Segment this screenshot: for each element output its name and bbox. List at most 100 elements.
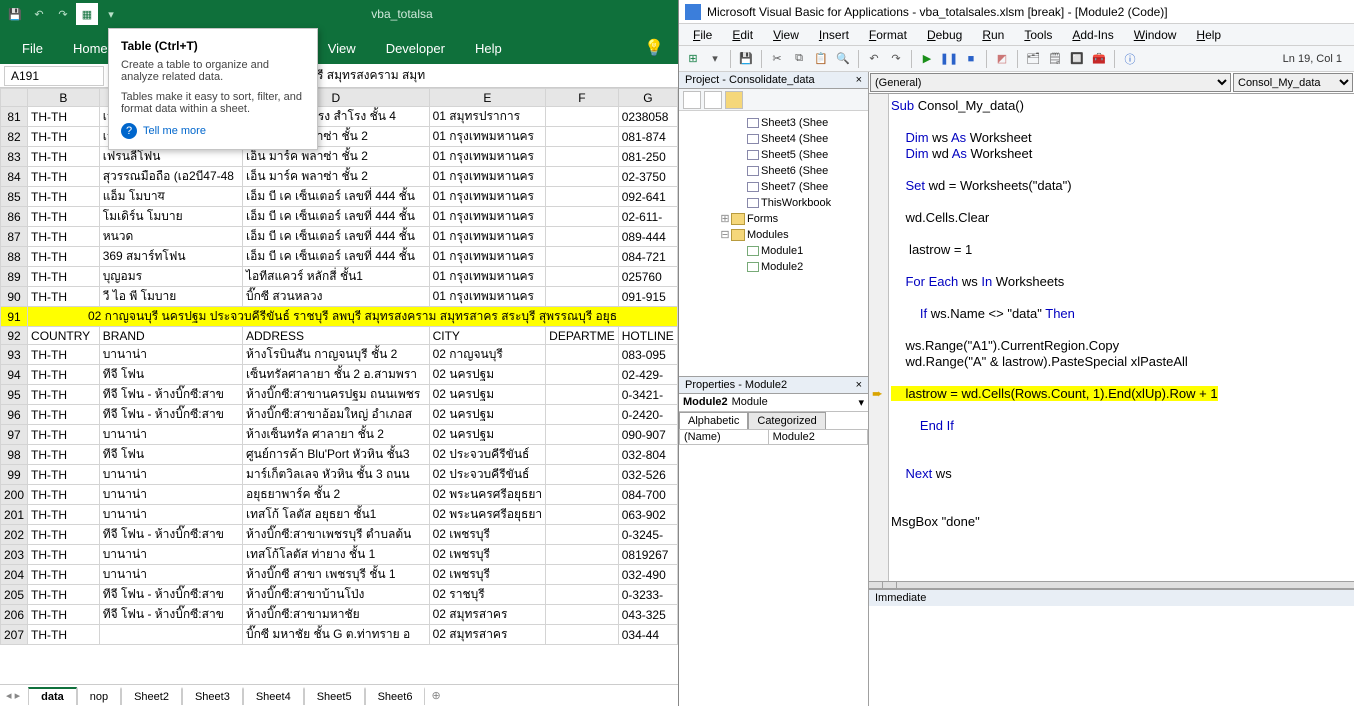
- menu-item[interactable]: Insert: [811, 26, 857, 44]
- cell[interactable]: 02 ราชบุรี: [429, 585, 546, 605]
- ribbon-tab[interactable]: Developer: [372, 33, 459, 64]
- cell[interactable]: 02 สมุทรสาคร: [429, 625, 546, 645]
- cell[interactable]: 02 พระนครศรีอยุธยา: [429, 485, 546, 505]
- cell[interactable]: 01 สมุทรปราการ: [429, 107, 546, 127]
- code-line[interactable]: [891, 322, 1354, 338]
- cell[interactable]: บิ๊กซี สวนหลวง: [243, 287, 430, 307]
- code-line[interactable]: [891, 370, 1354, 386]
- cell[interactable]: สุวรรณมือถือ (เอ2บี47-48: [99, 167, 242, 187]
- cell[interactable]: บานาน่า: [99, 485, 242, 505]
- cell[interactable]: บานาน่า: [99, 345, 242, 365]
- menu-item[interactable]: Debug: [919, 26, 970, 44]
- properties-object-selector[interactable]: Module2 Module ▾: [679, 394, 868, 412]
- view-code-icon[interactable]: [683, 91, 701, 109]
- col-header[interactable]: G: [618, 89, 677, 107]
- cell[interactable]: เอ็ม บี เค เซ็นเตอร์ เลขที่ 444 ชั้น: [243, 227, 430, 247]
- cell[interactable]: ทีจี โฟน - ห้างบิ๊กซี:สาข: [99, 405, 242, 425]
- cell[interactable]: [546, 345, 619, 365]
- code-editor[interactable]: ➨ Sub Consol_My_data() Dim ws As Workshe…: [869, 94, 1354, 581]
- properties-grid[interactable]: (Name)Module2: [679, 429, 868, 445]
- cell[interactable]: ADDRESS: [243, 327, 430, 345]
- sheet-tab[interactable]: nop: [77, 687, 121, 705]
- tell-me-more-link[interactable]: ? Tell me more: [121, 123, 305, 139]
- cell[interactable]: 091-915: [618, 287, 677, 307]
- cell[interactable]: [546, 107, 619, 127]
- tree-node[interactable]: ThisWorkbook: [683, 195, 864, 211]
- row-header[interactable]: 97: [1, 425, 28, 445]
- menu-item[interactable]: Help: [1188, 26, 1229, 44]
- code-line[interactable]: MsgBox "done": [891, 514, 1354, 530]
- cell[interactable]: บิ๊กซี มหาชัย ชั้น G ต.ท่าทราย อ: [243, 625, 430, 645]
- cell[interactable]: 043-325: [618, 605, 677, 625]
- code-line[interactable]: For Each ws In Worksheets: [891, 274, 1354, 290]
- cell[interactable]: TH-TH: [28, 605, 100, 625]
- cell[interactable]: หนวด: [99, 227, 242, 247]
- row-header[interactable]: 88: [1, 247, 28, 267]
- cell[interactable]: TH-TH: [28, 385, 100, 405]
- cell[interactable]: [546, 267, 619, 287]
- cell[interactable]: TH-TH: [28, 465, 100, 485]
- cell[interactable]: เทสโก้โลตัส ท่ายาง ชั้น 1: [243, 545, 430, 565]
- code-line[interactable]: wd.Range("A" & lastrow).PasteSpecial xlP…: [891, 354, 1354, 370]
- cell[interactable]: [546, 227, 619, 247]
- cell[interactable]: ห้างบิ๊กซี:สาขาเพชรบุรี ตำบลต้น: [243, 525, 430, 545]
- tree-node[interactable]: Sheet7 (Shee: [683, 179, 864, 195]
- undo-icon[interactable]: ↶: [864, 49, 884, 69]
- sheet-tab[interactable]: data: [28, 687, 77, 705]
- copy-icon[interactable]: ⧉: [789, 49, 809, 69]
- cell[interactable]: [546, 167, 619, 187]
- cell[interactable]: 032-526: [618, 465, 677, 485]
- cell[interactable]: COUNTRY: [28, 327, 100, 345]
- cell[interactable]: 0-3421-: [618, 385, 677, 405]
- code-line[interactable]: Dim wd As Worksheet: [891, 146, 1354, 162]
- tree-node[interactable]: Module1: [683, 243, 864, 259]
- row-header[interactable]: 96: [1, 405, 28, 425]
- cell[interactable]: 02 เพชรบุรี: [429, 565, 546, 585]
- cell[interactable]: 083-095: [618, 345, 677, 365]
- cell[interactable]: 02 ประจวบคีรีขันธ์: [429, 465, 546, 485]
- row-header[interactable]: 86: [1, 207, 28, 227]
- help-icon[interactable]: ⓘ: [1120, 49, 1140, 69]
- code-line[interactable]: [891, 402, 1354, 418]
- row-header[interactable]: 203: [1, 545, 28, 565]
- object-dropdown[interactable]: (General): [870, 73, 1231, 92]
- cell[interactable]: TH-TH: [28, 625, 100, 645]
- code-line[interactable]: [891, 482, 1354, 498]
- cell[interactable]: [99, 625, 242, 645]
- row-header[interactable]: 87: [1, 227, 28, 247]
- cell[interactable]: CITY: [429, 327, 546, 345]
- run-icon[interactable]: ▶: [917, 49, 937, 69]
- insert-module-icon[interactable]: ▾: [705, 49, 725, 69]
- code-line[interactable]: [891, 226, 1354, 242]
- menu-item[interactable]: Run: [974, 26, 1012, 44]
- cell[interactable]: บานาน่า: [99, 505, 242, 525]
- row-header[interactable]: 95: [1, 385, 28, 405]
- toolbox-icon[interactable]: 🧰: [1089, 49, 1109, 69]
- tab-alphabetic[interactable]: Alphabetic: [679, 412, 748, 429]
- cell[interactable]: ห้างบิ๊กซี:สาขานครปฐม ถนนเพชร: [243, 385, 430, 405]
- menu-item[interactable]: Tools: [1016, 26, 1060, 44]
- cell[interactable]: ทีจี โฟน - ห้างบิ๊กซี:สาข: [99, 605, 242, 625]
- cell[interactable]: 0819267: [618, 545, 677, 565]
- cell[interactable]: [546, 605, 619, 625]
- object-browser-icon[interactable]: 🔲: [1067, 49, 1087, 69]
- cell[interactable]: บานาน่า: [99, 465, 242, 485]
- cell[interactable]: [546, 425, 619, 445]
- cell[interactable]: TH-TH: [28, 345, 100, 365]
- cell[interactable]: TH-TH: [28, 505, 100, 525]
- cell[interactable]: BRAND: [99, 327, 242, 345]
- cell[interactable]: 0-2420-: [618, 405, 677, 425]
- code-line[interactable]: wd.Cells.Clear: [891, 210, 1354, 226]
- cell[interactable]: อยุธยาพาร์ค ชั้น 2: [243, 485, 430, 505]
- reset-icon[interactable]: ■: [961, 49, 981, 69]
- cell[interactable]: 01 กรุงเทพมหานคร: [429, 127, 546, 147]
- cell[interactable]: TH-TH: [28, 525, 100, 545]
- cell[interactable]: 063-902: [618, 505, 677, 525]
- cell[interactable]: บานาน่า: [99, 565, 242, 585]
- cell[interactable]: [546, 365, 619, 385]
- immediate-window[interactable]: [869, 606, 1354, 706]
- cell[interactable]: 01 กรุงเทพมหานคร: [429, 187, 546, 207]
- cell[interactable]: HOTLINE: [618, 327, 677, 345]
- cell[interactable]: 369 สมาร์ทโฟน: [99, 247, 242, 267]
- close-icon[interactable]: ×: [856, 74, 862, 86]
